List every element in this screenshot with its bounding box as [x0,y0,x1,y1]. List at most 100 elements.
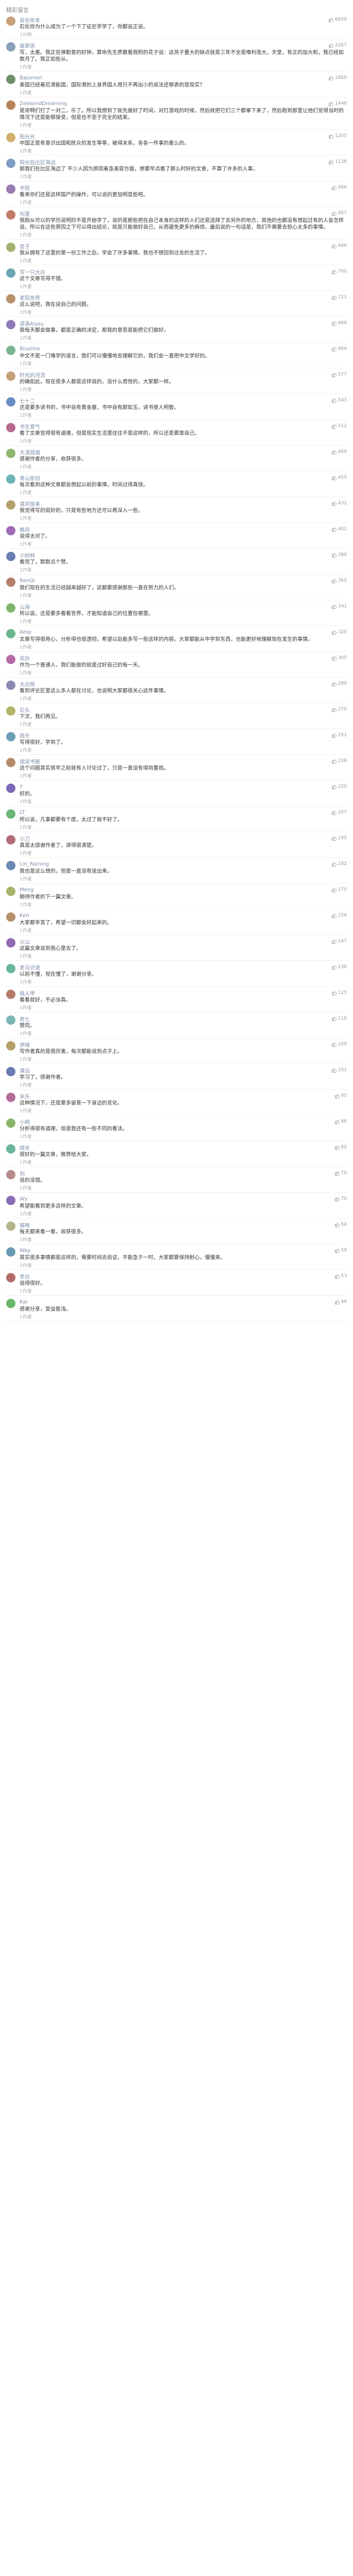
commenter-name[interactable]: 胡说书屋 [20,757,331,765]
commenter-name[interactable]: 青山依旧 [20,474,331,482]
like-button[interactable]: 158 [331,913,347,918]
commenter-name[interactable]: Kai [20,1299,334,1305]
avatar[interactable] [6,912,15,922]
avatar[interactable] [6,100,15,110]
commenter-name[interactable]: 小明 [20,1118,334,1126]
commenter-name[interactable]: 大白熊 [20,680,331,688]
commenter-name[interactable]: 阳光在比区海边 [20,158,328,166]
commenter-name[interactable]: RenQi [20,578,331,584]
avatar[interactable] [6,552,15,561]
avatar[interactable] [6,16,15,26]
like-button[interactable]: 1138 [328,159,347,164]
commenter-name[interactable]: Wy [20,1196,334,1202]
avatar[interactable] [6,1299,15,1308]
avatar[interactable] [6,42,15,52]
avatar[interactable] [6,210,15,219]
like-button[interactable]: 721 [331,295,347,300]
commenter-name[interactable]: 火山 [20,938,331,945]
avatar[interactable] [6,1015,15,1025]
like-button[interactable]: 577 [331,372,347,377]
commenter-name[interactable]: Blueline [20,346,331,352]
like-button[interactable]: 82 [334,1145,347,1150]
like-button[interactable]: 270 [331,707,347,712]
commenter-name[interactable]: 嵩翠思 [20,42,328,49]
avatar[interactable] [6,474,15,484]
commenter-name[interactable]: 刘 [20,1170,334,1177]
avatar[interactable] [6,578,15,587]
commenter-name[interactable]: 诺诺Alyes [20,319,331,327]
like-button[interactable]: 109 [331,1042,347,1047]
like-button[interactable]: 760 [331,269,347,274]
avatar[interactable] [6,835,15,844]
like-button[interactable]: 170 [331,887,347,892]
like-button[interactable]: 147 [331,939,347,944]
like-button[interactable]: 543 [331,398,347,403]
avatar[interactable] [6,1273,15,1282]
like-button[interactable]: 1860 [328,75,347,80]
like-button[interactable]: 1448 [328,101,347,106]
avatar[interactable] [6,133,15,142]
like-button[interactable]: 195 [331,836,347,841]
like-button[interactable]: 238 [331,758,347,764]
like-button[interactable]: 305 [331,655,347,660]
like-button[interactable]: 431 [331,501,347,506]
avatar[interactable] [6,423,15,432]
like-button[interactable]: 489 [331,449,347,454]
commenter-name[interactable]: 猫咪 [20,1221,334,1229]
avatar[interactable] [6,1222,15,1231]
like-button[interactable]: 220 [331,784,347,789]
commenter-name[interactable]: 叫里 [20,210,331,217]
like-button[interactable]: 70 [334,1196,347,1201]
like-button[interactable]: 341 [331,604,347,609]
avatar[interactable] [6,758,15,767]
like-button[interactable]: 957 [331,211,347,216]
like-button[interactable]: 320 [331,630,347,635]
commenter-name[interactable]: 阳光光 [20,132,328,140]
like-button[interactable]: 388 [331,552,347,557]
avatar[interactable] [6,784,15,793]
commenter-name[interactable]: LT [20,810,331,816]
commenter-name[interactable]: 伊维 [20,1041,331,1048]
avatar[interactable] [6,526,15,535]
like-button[interactable]: 604 [331,346,347,351]
avatar[interactable] [6,75,15,84]
avatar[interactable] [6,938,15,947]
like-button[interactable]: 64 [334,1222,347,1227]
like-button[interactable]: 53 [334,1274,347,1279]
like-button[interactable]: 2267 [328,43,347,48]
avatar[interactable] [6,629,15,638]
avatar[interactable] [6,809,15,819]
commenter-name[interactable]: 杏子 [20,242,331,250]
avatar[interactable] [6,706,15,716]
commenter-name[interactable]: Ken [20,913,331,919]
avatar[interactable] [6,500,15,510]
like-button[interactable]: 6659 [328,17,347,22]
commenter-name[interactable]: 雨天 [20,732,331,739]
avatar[interactable] [6,887,15,896]
commenter-name[interactable]: 清风徐来 [20,500,331,507]
like-button[interactable]: 88 [334,1119,347,1124]
commenter-name[interactable]: 书生意气 [20,422,331,430]
commenter-name[interactable]: 米乐 [20,1092,334,1100]
avatar[interactable] [6,603,15,613]
avatar[interactable] [6,732,15,741]
avatar[interactable] [6,964,15,973]
avatar[interactable] [6,397,15,406]
like-button[interactable]: 846 [331,243,347,248]
avatar[interactable] [6,861,15,870]
like-button[interactable]: 365 [331,578,347,583]
like-button[interactable]: 1205 [328,133,347,139]
commenter-name[interactable]: Amp [20,630,331,635]
avatar[interactable] [6,655,15,664]
like-button[interactable]: 101 [331,1067,347,1073]
like-button[interactable]: 251 [331,733,347,738]
like-button[interactable]: 59 [334,1248,347,1253]
like-button[interactable]: 136 [331,964,347,970]
avatar[interactable] [6,346,15,355]
avatar[interactable] [6,681,15,690]
avatar[interactable] [6,1118,15,1128]
like-button[interactable]: 512 [331,423,347,429]
commenter-name[interactable]: ZeekendDreaming [20,101,328,107]
commenter-name[interactable]: 路人甲 [20,989,331,997]
commenter-name[interactable]: Y [20,784,331,790]
